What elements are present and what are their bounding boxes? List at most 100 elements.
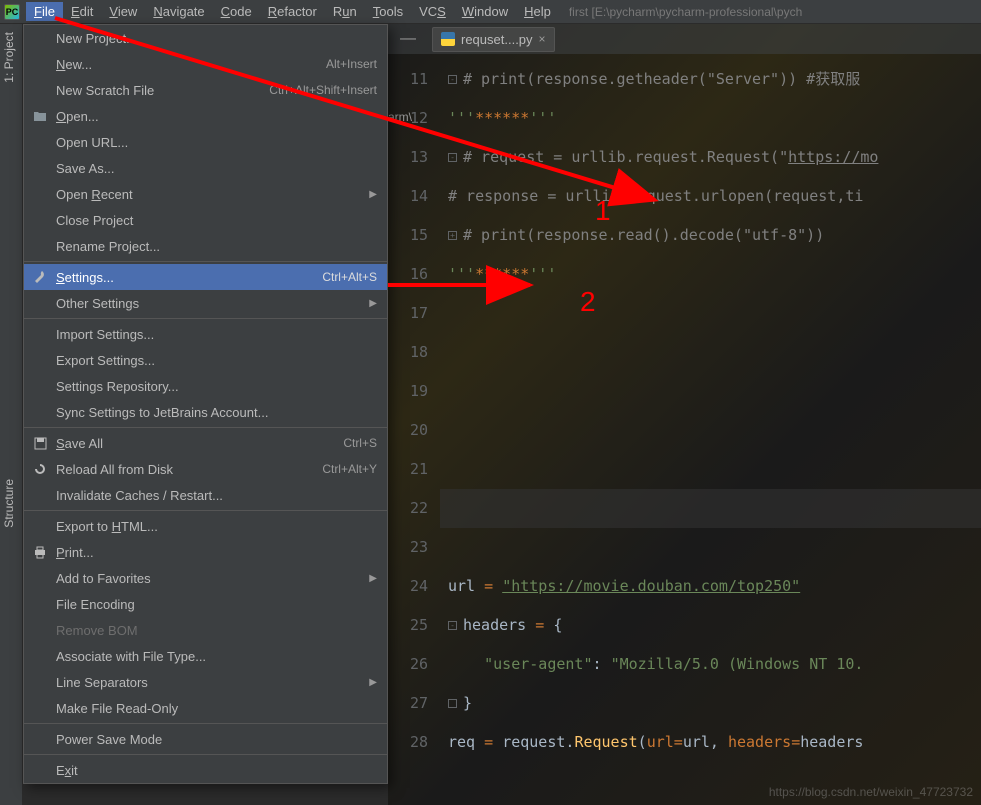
menu-vcs[interactable]: VCS: [411, 2, 454, 21]
menu-item-save-as[interactable]: Save As...: [24, 155, 387, 181]
menu-item-associate-with-file-type[interactable]: Associate with File Type...: [24, 643, 387, 669]
menu-item-make-file-read-only[interactable]: Make File Read-Only: [24, 695, 387, 721]
python-file-icon: [441, 32, 455, 46]
menu-navigate[interactable]: Navigate: [145, 2, 212, 21]
menu-tools[interactable]: Tools: [365, 2, 411, 21]
menu-item-other-settings[interactable]: Other Settings▶: [24, 290, 387, 316]
menu-separator: [24, 754, 387, 755]
menu-item-open-url[interactable]: Open URL...: [24, 129, 387, 155]
menu-item-invalidate-caches-restart[interactable]: Invalidate Caches / Restart...: [24, 482, 387, 508]
menu-item-label: Open Recent: [56, 187, 133, 202]
code-line[interactable]: -# request = urllib.request.Request("htt…: [440, 138, 981, 177]
submenu-arrow-icon: ▶: [369, 189, 377, 200]
menu-item-export-settings[interactable]: Export Settings...: [24, 347, 387, 373]
menu-code[interactable]: Code: [213, 2, 260, 21]
menu-item-save-all[interactable]: Save AllCtrl+S: [24, 430, 387, 456]
wrench-icon: [32, 269, 48, 285]
code-line[interactable]: req = request.Request(url=url, headers=h…: [440, 723, 981, 762]
code-line[interactable]: "user-agent": "Mozilla/5.0 (Windows NT 1…: [440, 645, 981, 684]
menu-item-label: Open...: [56, 109, 99, 124]
menu-item-open[interactable]: Open...: [24, 103, 387, 129]
menu-item-label: Export to HTML...: [56, 519, 158, 534]
reload-icon: [32, 461, 48, 477]
code-line[interactable]: -# print(response.getheader("Server")) #…: [440, 60, 981, 99]
window-title-path: first [E:\pycharm\pycharm-professional\p…: [569, 5, 802, 19]
menu-item-label: Reload All from Disk: [56, 462, 173, 477]
menubar: PC FileEditViewNavigateCodeRefactorRunTo…: [0, 0, 981, 24]
sidebar-tab-structure[interactable]: Structure: [0, 471, 18, 536]
menu-item-rename-project[interactable]: Rename Project...: [24, 233, 387, 259]
menu-item-label: Settings...: [56, 270, 114, 285]
code-line[interactable]: [440, 294, 981, 333]
menu-item-settings[interactable]: Settings... Ctrl+Alt+S: [24, 264, 387, 290]
collapse-icon[interactable]: —: [392, 30, 424, 48]
left-sidebar: 1: Project Structure: [0, 24, 23, 805]
menu-item-line-separators[interactable]: Line Separators▶: [24, 669, 387, 695]
menu-item-label: Make File Read-Only: [56, 701, 178, 716]
menu-separator: [24, 510, 387, 511]
menu-edit[interactable]: Edit: [63, 2, 101, 21]
menu-item-reload-all-from-disk[interactable]: Reload All from DiskCtrl+Alt+Y: [24, 456, 387, 482]
menu-item-open-recent[interactable]: Open Recent ▶: [24, 181, 387, 207]
code-line[interactable]: [440, 489, 981, 528]
code-area[interactable]: 111213141516171819202122232425262728 -# …: [388, 54, 981, 762]
code-line[interactable]: '''******''': [440, 99, 981, 138]
code-line[interactable]: [440, 372, 981, 411]
line-number: 17: [388, 294, 428, 333]
code-line[interactable]: [440, 528, 981, 567]
menu-item-export-to-html[interactable]: Export to HTML...: [24, 513, 387, 539]
editor-area: — requset....py × 1112131415161718192021…: [388, 24, 981, 805]
menu-window[interactable]: Window: [454, 2, 516, 21]
menu-item-add-to-favorites[interactable]: Add to Favorites▶: [24, 565, 387, 591]
code-line[interactable]: [440, 333, 981, 372]
menu-item-power-save-mode[interactable]: Power Save Mode: [24, 726, 387, 752]
breadcrumb-fragment: arm\: [388, 110, 412, 124]
code-line[interactable]: [440, 450, 981, 489]
sidebar-tab-project[interactable]: 1: Project: [0, 24, 18, 91]
line-number-gutter: 111213141516171819202122232425262728: [388, 60, 440, 762]
menu-item-new[interactable]: New... Alt+Insert: [24, 51, 387, 77]
line-number: 22: [388, 489, 428, 528]
menu-refactor[interactable]: Refactor: [260, 2, 325, 21]
editor-tab-row: — requset....py ×: [388, 24, 981, 54]
menu-item-exit[interactable]: Exit: [24, 757, 387, 783]
menu-item-label: Save As...: [56, 161, 115, 176]
line-number: 13: [388, 138, 428, 177]
file-tab-label: requset....py: [461, 32, 533, 47]
menu-item-label: Import Settings...: [56, 327, 154, 342]
menu-file[interactable]: File: [26, 2, 63, 21]
line-number: 26: [388, 645, 428, 684]
menu-separator: [24, 427, 387, 428]
menu-view[interactable]: View: [101, 2, 145, 21]
code-line[interactable]: +# print(response.read().decode("utf-8")…: [440, 216, 981, 255]
menu-item-new-scratch-file[interactable]: New Scratch FileCtrl+Alt+Shift+Insert: [24, 77, 387, 103]
code-line[interactable]: [440, 411, 981, 450]
file-tab[interactable]: requset....py ×: [432, 27, 555, 52]
code-line[interactable]: }: [440, 684, 981, 723]
menu-item-import-settings[interactable]: Import Settings...: [24, 321, 387, 347]
menu-item-new-project[interactable]: New Project...: [24, 25, 387, 51]
menu-item-file-encoding[interactable]: File Encoding: [24, 591, 387, 617]
menu-item-print[interactable]: Print...: [24, 539, 387, 565]
menu-item-label: Close Project: [56, 213, 133, 228]
app-icon: PC: [4, 4, 20, 20]
shortcut-label: Ctrl+Alt+S: [322, 270, 377, 284]
close-tab-icon[interactable]: ×: [539, 32, 546, 46]
menu-item-sync-settings-to-jetbrains-account[interactable]: Sync Settings to JetBrains Account...: [24, 399, 387, 425]
menu-item-label: Line Separators: [56, 675, 148, 690]
shortcut-label: Alt+Insert: [326, 57, 377, 71]
line-number: 14: [388, 177, 428, 216]
code-lines[interactable]: -# print(response.getheader("Server")) #…: [440, 60, 981, 762]
menu-item-settings-repository[interactable]: Settings Repository...: [24, 373, 387, 399]
code-line[interactable]: # response = urllib.request.urlopen(requ…: [440, 177, 981, 216]
code-line[interactable]: -headers = {: [440, 606, 981, 645]
menu-item-label: New...: [56, 57, 92, 72]
line-number: 23: [388, 528, 428, 567]
code-line[interactable]: url = "https://movie.douban.com/top250": [440, 567, 981, 606]
menu-item-close-project[interactable]: Close Project: [24, 207, 387, 233]
menu-run[interactable]: Run: [325, 2, 365, 21]
code-line[interactable]: '''******''': [440, 255, 981, 294]
line-number: 16: [388, 255, 428, 294]
menu-help[interactable]: Help: [516, 2, 559, 21]
print-icon: [32, 544, 48, 560]
